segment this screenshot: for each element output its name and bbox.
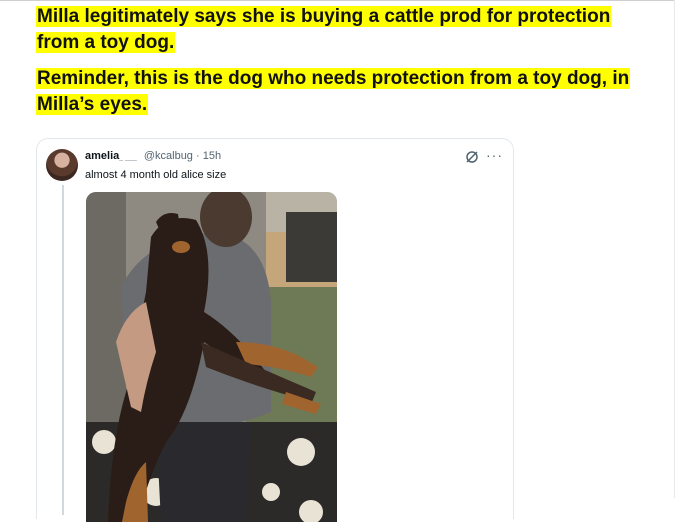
handle[interactable]: @kcalbug	[144, 150, 193, 162]
avatar[interactable]	[46, 149, 78, 181]
highlighted-text: Milla legitimately says she is buying a …	[36, 6, 612, 53]
post-paragraph-2: Reminder, this is the dog who needs prot…	[36, 66, 656, 118]
display-name[interactable]: amelia	[85, 150, 119, 162]
post-paragraph-1: Milla legitimately says she is buying a …	[36, 4, 636, 56]
embedded-tweet[interactable]: amelia_ ___ @kcalbug · 15h almost 4 mont…	[36, 138, 514, 522]
top-divider	[0, 0, 675, 1]
timestamp[interactable]: 15h	[203, 150, 221, 162]
highlighted-text: Reminder, this is the dog who needs prot…	[36, 68, 631, 115]
tweet-photo[interactable]	[86, 192, 337, 522]
more-icon[interactable]: ···	[486, 147, 503, 163]
tweet-text: almost 4 month old alice size	[85, 169, 227, 181]
tweet-header: amelia_ ___ @kcalbug · 15h	[85, 150, 221, 162]
name-badge: _ ___	[119, 154, 137, 161]
grok-icon[interactable]	[465, 150, 479, 164]
meta-separator: ·	[196, 150, 200, 162]
thread-line	[62, 185, 64, 515]
